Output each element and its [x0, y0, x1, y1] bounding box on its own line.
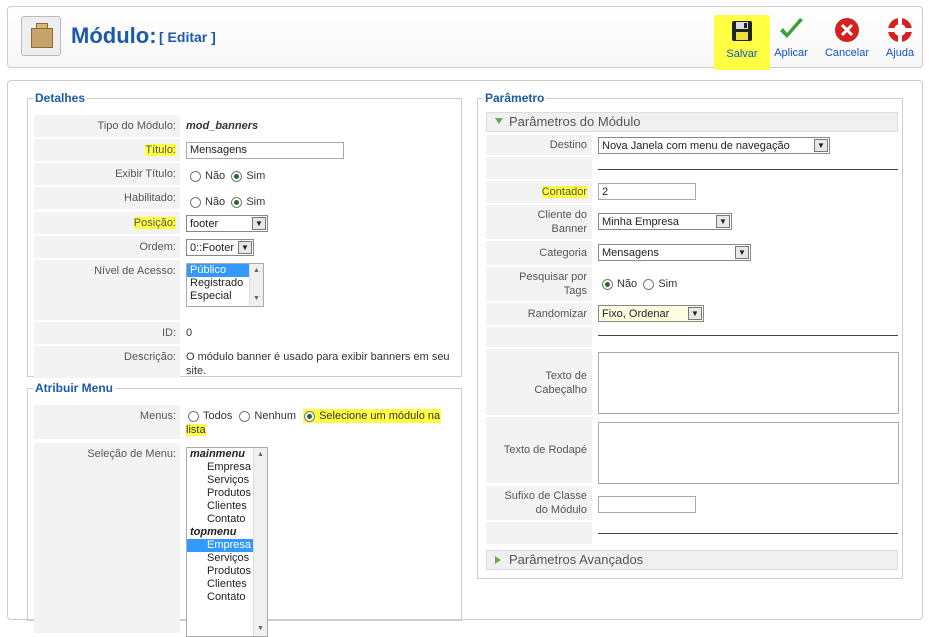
title-input[interactable] — [186, 141, 344, 159]
menus-option-cont: lista — [186, 424, 206, 436]
chevron-down-icon: ▼ — [238, 241, 252, 254]
details-legend: Detalhes — [35, 91, 86, 105]
cancel-label: Cancelar — [824, 47, 870, 59]
id-label: ID: — [34, 322, 180, 344]
enabled-no-radio[interactable] — [190, 196, 201, 208]
separator — [598, 335, 898, 336]
category-label: Categoria — [486, 241, 592, 265]
id-value: 0 — [186, 327, 193, 339]
order-select[interactable]: 0::Footer ▼ — [186, 239, 254, 256]
save-label: Salvar — [726, 48, 758, 60]
chevron-down-icon: ▼ — [716, 215, 730, 228]
counter-label: Contador — [486, 181, 592, 203]
show-title-no-radio[interactable] — [190, 170, 201, 182]
target-label: Destino — [486, 135, 592, 155]
advanced-params-header[interactable]: Parâmetros Avançados — [486, 550, 898, 570]
position-label: Posição: — [34, 212, 180, 234]
access-label: Nível de Acesso: — [34, 260, 180, 320]
chevron-down-icon: ▼ — [688, 307, 702, 320]
cancel-icon — [835, 18, 859, 42]
content-panel: Detalhes Tipo do Módulo: mod_banners Tít… — [7, 80, 923, 637]
cancel-button[interactable]: Cancelar — [823, 14, 871, 64]
separator — [598, 533, 898, 534]
target-select[interactable]: Nova Janela com menu de navegação ▼ — [598, 137, 830, 154]
module-icon — [21, 16, 61, 56]
module-params-header[interactable]: Parâmetros do Módulo — [486, 112, 898, 132]
details-fieldset: Detalhes Tipo do Módulo: mod_banners Tít… — [27, 91, 462, 378]
show-title-yes-radio[interactable] — [231, 170, 243, 182]
tags-label: Pesquisar por Tags — [486, 267, 592, 301]
menus-all-radio[interactable] — [188, 410, 199, 422]
enabled-radios: Não Sim — [190, 191, 265, 213]
enabled-label: Habilitado: — [34, 187, 180, 209]
position-select[interactable]: footer ▼ — [186, 215, 268, 232]
menus-none-radio[interactable] — [239, 410, 251, 422]
random-label: Randomizar — [486, 303, 592, 325]
menu-assign-fieldset: Atribuir Menu Menus: Todos Nenhum Seleci… — [27, 381, 462, 637]
help-button[interactable]: Ajuda — [883, 14, 917, 64]
menu-selection-scrollbar[interactable]: ▲ ▼ — [253, 448, 267, 636]
floppy-disk-icon — [732, 21, 752, 41]
client-label: Cliente do Banner — [486, 205, 592, 239]
toolbar: Módulo: [ Editar ] Salvar Aplicar Cancel… — [7, 6, 923, 70]
show-title-radios: Não Sim — [190, 165, 265, 187]
module-type-value: mod_banners — [186, 120, 259, 132]
menus-select-radio[interactable] — [304, 410, 316, 422]
suffix-label: Sufixo de Classe do Módulo — [486, 486, 592, 520]
header-text-label: Texto de Cabeçalho — [486, 349, 592, 415]
show-title-label: Exibir Título: — [34, 163, 180, 185]
category-select[interactable]: Mensagens ▼ — [598, 244, 751, 261]
menus-radios: Todos Nenhum Selecione um módulo na — [188, 409, 442, 431]
triangle-down-icon — [495, 118, 503, 124]
help-label: Ajuda — [885, 47, 915, 59]
footer-text-textarea[interactable] — [598, 422, 899, 484]
checkmark-icon — [780, 18, 803, 38]
menu-assign-legend: Atribuir Menu — [35, 381, 113, 395]
tags-yes-radio[interactable] — [643, 278, 655, 290]
menu-selection-label: Seleção de Menu: — [34, 443, 180, 633]
tags-radios: Não Sim — [602, 277, 677, 291]
description-value: O módulo banner é usado para exibir bann… — [186, 351, 450, 377]
tags-no-radio[interactable] — [602, 278, 613, 290]
separator — [598, 169, 898, 170]
menu-selection-listbox[interactable]: mainmenu Empresa Serviços Produtos Clien… — [186, 447, 268, 637]
module-type-label: Tipo do Módulo: — [34, 115, 180, 137]
apply-label: Aplicar — [774, 47, 808, 59]
enabled-yes-radio[interactable] — [231, 196, 243, 208]
suffix-input[interactable] — [598, 496, 696, 513]
counter-input[interactable] — [598, 183, 696, 200]
client-select[interactable]: Minha Empresa ▼ — [598, 213, 732, 230]
params-fieldset: Parâmetro Parâmetros do Módulo Destino N… — [477, 91, 903, 579]
footer-text-label: Texto de Rodapé — [486, 417, 592, 483]
random-select[interactable]: Fixo, Ordenar ▼ — [598, 305, 704, 322]
title-label: Título: — [34, 139, 180, 161]
description-label: Descrição: — [34, 346, 180, 378]
menus-label: Menus: — [34, 405, 180, 439]
chevron-down-icon: ▼ — [735, 246, 749, 259]
access-scrollbar[interactable]: ▲ ▼ — [249, 264, 263, 306]
triangle-right-icon — [495, 556, 501, 564]
header-text-textarea[interactable] — [598, 352, 899, 414]
save-button[interactable]: Salvar — [714, 15, 770, 70]
order-label: Ordem: — [34, 236, 180, 258]
access-listbox[interactable]: Público Registrado Especial ▲ ▼ — [186, 263, 264, 307]
page-subtitle: [ Editar ] — [159, 29, 216, 45]
params-legend: Parâmetro — [485, 91, 545, 105]
page-title: Módulo: — [71, 23, 157, 48]
chevron-down-icon: ▼ — [814, 139, 828, 152]
chevron-down-icon: ▼ — [252, 217, 266, 230]
lifebuoy-icon — [888, 18, 912, 42]
apply-button[interactable]: Aplicar — [770, 14, 812, 64]
